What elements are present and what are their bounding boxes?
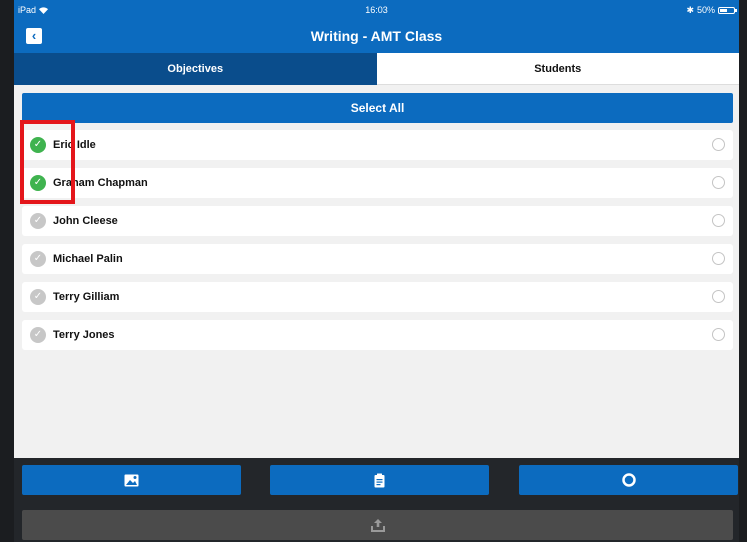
page-title: Writing - AMT Class [310, 28, 443, 44]
student-name: Michael Palin [53, 253, 123, 265]
battery-percent: 50% [696, 5, 715, 15]
add-note-button[interactable] [270, 465, 489, 495]
checkmark-icon[interactable]: ✓ [30, 213, 46, 229]
student-row[interactable]: ✓ Michael Palin [22, 244, 733, 274]
status-bar: iPad 16:03 ✱ 50% [14, 0, 739, 20]
student-row[interactable]: ✓ Graham Chapman [22, 168, 733, 198]
tab-students[interactable]: Students [376, 53, 739, 85]
radio-circle-icon[interactable] [712, 252, 725, 265]
record-button[interactable] [519, 465, 738, 495]
clipboard-icon [374, 473, 385, 487]
student-name: Terry Jones [53, 329, 115, 341]
tab-objectives[interactable]: Objectives [14, 53, 377, 85]
student-name: John Cleese [53, 215, 118, 227]
radio-circle-icon[interactable] [712, 290, 725, 303]
tab-bar: Objectives Students [14, 53, 739, 85]
radio-circle-icon[interactable] [712, 176, 725, 189]
radio-circle-icon[interactable] [712, 214, 725, 227]
checkmark-icon[interactable]: ✓ [30, 251, 46, 267]
nav-bar: ‹ Writing - AMT Class [14, 20, 739, 53]
bluetooth-icon: ✱ [686, 5, 694, 15]
student-name: Terry Gilliam [53, 291, 120, 303]
student-row[interactable]: ✓ John Cleese [22, 206, 733, 236]
upload-icon [370, 518, 385, 532]
checkmark-icon[interactable]: ✓ [30, 327, 46, 343]
student-list: ✓ Eric Idle ✓ Graham Chapman ✓ John Clee… [22, 130, 733, 358]
upload-button[interactable] [22, 510, 733, 540]
checkmark-icon[interactable]: ✓ [30, 137, 46, 153]
image-icon [124, 474, 139, 486]
checkmark-icon[interactable]: ✓ [30, 289, 46, 305]
student-row[interactable]: ✓ Terry Jones [22, 320, 733, 350]
student-row[interactable]: ✓ Eric Idle [22, 130, 733, 160]
student-row[interactable]: ✓ Terry Gilliam [22, 282, 733, 312]
ipad-screen: iPad 16:03 ✱ 50% ‹ Writing - AMT Class O… [14, 0, 739, 542]
bottom-toolbar [14, 458, 739, 542]
circle-icon [621, 473, 636, 487]
radio-circle-icon[interactable] [712, 328, 725, 341]
student-name: Graham Chapman [53, 177, 148, 189]
status-time: 16:03 [365, 5, 388, 15]
battery-icon [718, 6, 737, 14]
student-name: Eric Idle [53, 139, 96, 151]
radio-circle-icon[interactable] [712, 138, 725, 151]
checkmark-icon[interactable]: ✓ [30, 175, 46, 191]
add-photo-button[interactable] [22, 465, 241, 495]
select-all-button[interactable]: Select All [22, 93, 733, 123]
